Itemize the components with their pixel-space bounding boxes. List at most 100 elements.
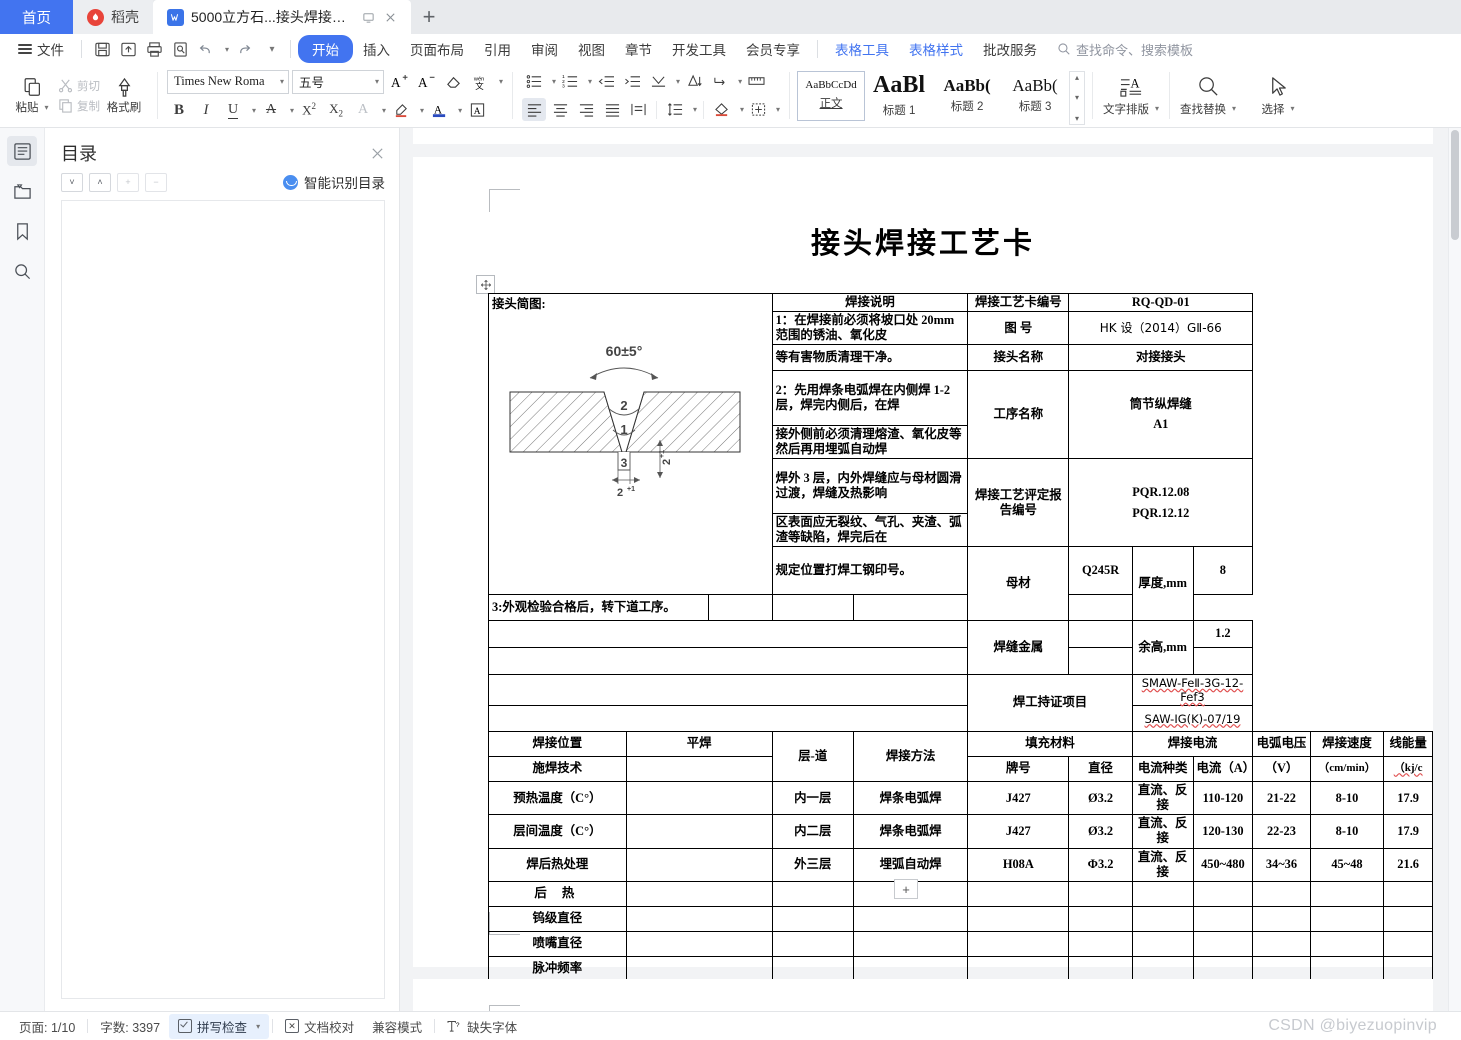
row1-layer[interactable]: 内一层 [771, 781, 854, 816]
tungsten-ctype[interactable] [1131, 905, 1194, 932]
align-left-button[interactable] [522, 98, 547, 121]
menu-tab-table-tools[interactable]: 表格工具 [825, 35, 899, 63]
save-icon[interactable] [89, 37, 115, 61]
superscript-button[interactable]: X2 [297, 99, 321, 122]
vertical-scrollbar[interactable] [1448, 128, 1461, 1011]
vertical-scrollbar-thumb[interactable] [1451, 130, 1459, 240]
blank-desc-cell-3[interactable] [487, 673, 969, 707]
weld-technique-value[interactable] [625, 756, 773, 783]
nozzle-layer[interactable] [771, 930, 854, 957]
bullet-list-button[interactable] [522, 70, 546, 93]
row3-voltage[interactable]: 34~36 [1252, 847, 1311, 882]
nav-collapse-up-button[interactable]: ˄ [89, 172, 111, 192]
cut-button[interactable]: 剪切 [58, 78, 100, 94]
pulse-dia[interactable] [1068, 955, 1133, 982]
pulse-layer[interactable] [771, 955, 854, 982]
tungsten-speed[interactable] [1309, 905, 1385, 932]
post-heat-voltage[interactable] [1252, 880, 1311, 907]
pulse-method[interactable] [852, 955, 969, 982]
distribute-text-button[interactable] [646, 70, 670, 93]
pulse-brand[interactable] [967, 955, 1070, 982]
menu-file[interactable]: 文件 [8, 35, 74, 63]
tungsten-method[interactable] [852, 905, 969, 932]
shading-button[interactable] [710, 98, 734, 121]
tungsten-heat[interactable] [1383, 905, 1433, 932]
pqr-value[interactable]: PQR.12.08 PQR.12.12 [1068, 458, 1254, 548]
styles-scroll-down-icon[interactable]: ▾ [1075, 93, 1079, 102]
weld-metal-value[interactable] [1068, 620, 1133, 648]
post-heat-current[interactable] [1192, 880, 1254, 907]
nav-reduce-button[interactable]: − [145, 172, 167, 192]
text-layout-button[interactable]: A 文字排版 ▾ [1096, 64, 1166, 127]
tab-daoke[interactable]: 稻壳 [73, 0, 153, 34]
status-missing-font[interactable]: ? 缺失字体 [438, 1014, 526, 1039]
pwht-value[interactable] [625, 847, 773, 882]
clear-format-button[interactable] [441, 70, 465, 93]
nozzle-brand[interactable] [967, 930, 1070, 957]
print-icon[interactable] [141, 37, 167, 61]
nozzle-ctype[interactable] [1131, 930, 1194, 957]
nav-pane-close-icon[interactable] [370, 146, 385, 161]
nozzle-speed[interactable] [1309, 930, 1385, 957]
row3-current[interactable]: 450~480 [1192, 847, 1254, 882]
status-proofread[interactable]: ✕ 文档校对 [276, 1014, 363, 1039]
pulse-current[interactable] [1192, 955, 1254, 982]
style-heading-2[interactable]: AaBb( 标题 2 [933, 71, 1001, 121]
nozzle-heat[interactable] [1383, 930, 1433, 957]
menu-tab-correction-service[interactable]: 批改服务 [973, 35, 1047, 63]
joint-sketch-cell[interactable]: 接头简图: 60±5° 2 1 3 2 +1 2 +1 [488, 293, 773, 595]
row3-dia[interactable]: Φ3.2 [1068, 847, 1133, 882]
undo-icon[interactable] [193, 37, 219, 61]
row1-current[interactable]: 110-120 [1192, 781, 1254, 816]
post-heat-value[interactable] [625, 880, 773, 907]
increase-indent-button[interactable] [620, 70, 644, 93]
rail-chapter[interactable] [7, 176, 37, 206]
increase-font-size-button[interactable]: A [387, 70, 411, 93]
command-search[interactable]: 查找命令、搜索模板 [1047, 37, 1203, 62]
pinyin-guide-button[interactable]: wén 文 [468, 70, 492, 93]
pulse-freq-value[interactable] [625, 955, 773, 982]
tungsten-voltage[interactable] [1252, 905, 1311, 932]
post-heat-dia[interactable] [1068, 880, 1133, 907]
status-word-count[interactable]: 字数: 3397 [91, 1014, 169, 1039]
font-name-select[interactable]: Times New Roma ▾ [167, 69, 289, 94]
menu-tab-section[interactable]: 章节 [615, 35, 662, 63]
joint-name-value[interactable]: 对接接头 [1068, 344, 1254, 372]
nozzle-dia-value[interactable] [625, 930, 773, 957]
tab-close-icon[interactable] [384, 11, 397, 24]
document-page-current[interactable]: 接头焊接工艺卡 接头简图: 60±5° 2 1 3 2 +1 2 +1 焊接说明… [413, 157, 1433, 1011]
subscript-button[interactable]: X2 [324, 99, 348, 122]
justify-button[interactable] [600, 98, 624, 121]
row1-method[interactable]: 焊条电弧焊 [852, 781, 969, 816]
thickness-value-2[interactable] [771, 594, 854, 621]
copy-button[interactable]: 复制 [58, 98, 100, 114]
save-as-icon[interactable] [115, 37, 141, 61]
reinforcement-value-2[interactable] [1192, 647, 1254, 675]
show-marks-button[interactable] [708, 70, 732, 93]
nozzle-current[interactable] [1192, 930, 1254, 957]
distribute-justify-button[interactable] [626, 98, 650, 121]
row3-ctype[interactable]: 直流、反接 [1131, 847, 1194, 882]
nozzle-voltage[interactable] [1252, 930, 1311, 957]
tungsten-layer[interactable] [771, 905, 854, 932]
tab-home[interactable]: 首页 [0, 0, 73, 34]
menu-tab-member[interactable]: 会员专享 [736, 35, 810, 63]
pulse-ctype[interactable] [1131, 955, 1194, 982]
text-effects-button[interactable]: A [351, 99, 375, 122]
styles-scroll[interactable]: ▴ ▾ ▾ [1069, 70, 1086, 125]
row2-heat[interactable]: 17.9 [1383, 814, 1433, 849]
nav-expand-button[interactable]: + [117, 172, 139, 192]
align-center-button[interactable] [548, 98, 572, 121]
menu-tab-start[interactable]: 开始 [298, 35, 353, 63]
nozzle-method[interactable] [852, 930, 969, 957]
row2-speed[interactable]: 8-10 [1309, 814, 1385, 849]
welding-desc-line-7[interactable]: 规定位置打焊工钢印号。 [771, 546, 969, 595]
card-no-value[interactable]: RQ-QD-01 [1068, 292, 1254, 313]
welder-cert-value-2[interactable]: SAW-ⅠG(K)-07/19 [1131, 705, 1254, 733]
ruler-button[interactable] [744, 70, 768, 93]
blank-desc-cell-2[interactable] [487, 647, 969, 675]
post-heat-speed[interactable] [1309, 880, 1385, 907]
row1-dia[interactable]: Ø3.2 [1068, 781, 1133, 816]
line-spacing-button[interactable] [663, 98, 687, 121]
weld-position-value[interactable]: 平焊 [625, 731, 773, 758]
